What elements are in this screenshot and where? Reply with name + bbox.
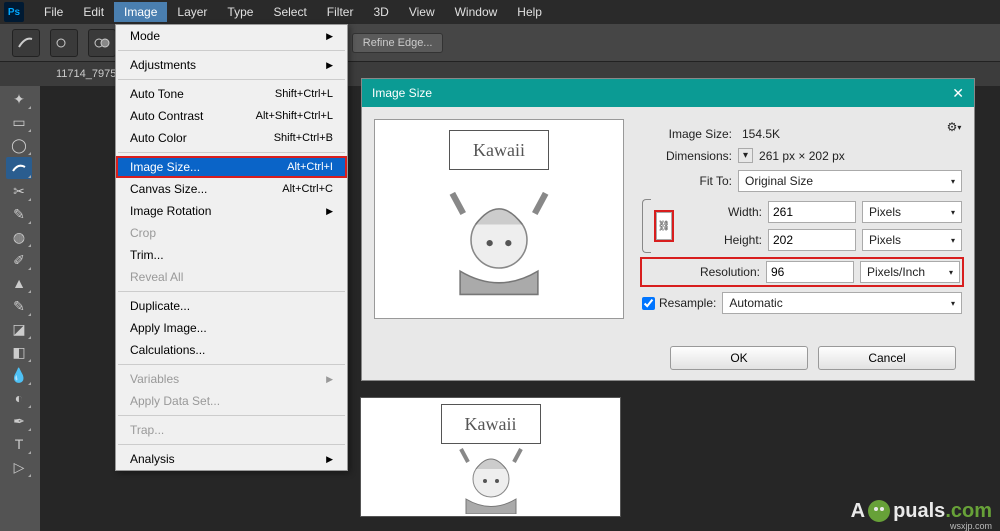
path-selection-tool[interactable]: ▷: [6, 456, 32, 478]
menu-image[interactable]: Image: [114, 2, 167, 22]
menu-mode[interactable]: Mode▶: [116, 25, 347, 47]
refine-edge-button[interactable]: Refine Edge...: [352, 33, 444, 53]
resample-select[interactable]: Automatic▾: [722, 292, 962, 314]
pen-tool[interactable]: ✒: [6, 410, 32, 432]
menu-3d[interactable]: 3D: [363, 2, 398, 22]
preview-character: [429, 170, 569, 310]
app-logo: Ps: [4, 2, 24, 22]
height-unit-select[interactable]: Pixels▾: [862, 229, 962, 251]
lasso-tool[interactable]: ◯: [6, 134, 32, 156]
eraser-tool[interactable]: ◪: [6, 318, 32, 340]
preview-sign: Kawaii: [449, 130, 549, 170]
width-input[interactable]: [768, 201, 856, 223]
type-tool[interactable]: T: [6, 433, 32, 455]
menu-type[interactable]: Type: [217, 2, 263, 22]
dialog-preview: Kawaii: [374, 119, 624, 319]
quick-selection-tool[interactable]: [6, 157, 32, 179]
fit-to-select[interactable]: Original Size▾: [738, 170, 962, 192]
image-size-value: 154.5K: [738, 127, 946, 141]
menu-filter[interactable]: Filter: [317, 2, 364, 22]
gear-icon[interactable]: ⚙▾: [946, 119, 962, 135]
dialog-close-icon[interactable]: ✕: [952, 85, 964, 102]
menu-trim[interactable]: Trim...: [116, 244, 347, 266]
height-label: Height:: [702, 233, 762, 247]
menu-view[interactable]: View: [399, 2, 445, 22]
menu-select[interactable]: Select: [263, 2, 316, 22]
menu-crop: Crop: [116, 222, 347, 244]
menu-layer[interactable]: Layer: [167, 2, 217, 22]
menu-duplicate[interactable]: Duplicate...: [116, 295, 347, 317]
menu-edit[interactable]: Edit: [73, 2, 114, 22]
resample-checkbox[interactable]: Resample:: [642, 296, 716, 310]
tool-preset-icon[interactable]: [12, 29, 40, 57]
dialog-title: Image Size: [372, 86, 432, 100]
menu-file[interactable]: File: [34, 2, 73, 22]
menu-canvas-size[interactable]: Canvas Size...Alt+Ctrl+C: [116, 178, 347, 200]
history-brush-tool[interactable]: ✎: [6, 295, 32, 317]
menu-auto-contrast[interactable]: Auto ContrastAlt+Shift+Ctrl+L: [116, 105, 347, 127]
cancel-button[interactable]: Cancel: [818, 346, 956, 370]
width-unit-select[interactable]: Pixels▾: [862, 201, 962, 223]
menu-auto-color[interactable]: Auto ColorShift+Ctrl+B: [116, 127, 347, 149]
dimensions-unit-icon[interactable]: ▾: [738, 148, 753, 163]
resolution-input[interactable]: [766, 261, 854, 283]
fit-to-label: Fit To:: [642, 174, 732, 188]
menu-image-size[interactable]: Image Size...Alt+Ctrl+I: [116, 156, 347, 178]
dimensions-value: 261 px × 202 px: [759, 149, 962, 163]
canvas-image: Kawaii: [360, 397, 621, 517]
move-tool[interactable]: ✦: [6, 88, 32, 110]
document-tab-name: 11714_7975: [56, 68, 116, 80]
link-icon[interactable]: ⛓: [656, 212, 672, 240]
menu-window[interactable]: Window: [445, 2, 508, 22]
clone-stamp-tool[interactable]: ▲: [6, 272, 32, 294]
crop-tool[interactable]: ✂: [6, 180, 32, 202]
ok-button[interactable]: OK: [670, 346, 808, 370]
menu-adjustments[interactable]: Adjustments▶: [116, 54, 347, 76]
brush-tool[interactable]: ✐: [6, 249, 32, 271]
menu-trap: Trap...: [116, 419, 347, 441]
dialog-titlebar[interactable]: Image Size ✕: [362, 79, 974, 107]
menu-apply-image[interactable]: Apply Image...: [116, 317, 347, 339]
resolution-label: Resolution:: [670, 265, 760, 279]
image-size-label: Image Size:: [642, 127, 732, 141]
menu-help[interactable]: Help: [507, 2, 552, 22]
image-menu-dropdown: Mode▶ Adjustments▶ Auto ToneShift+Ctrl+L…: [115, 24, 348, 471]
menu-variables: Variables▶: [116, 368, 347, 390]
brush-mode-icon[interactable]: [88, 29, 116, 57]
canvas-sign: Kawaii: [441, 404, 541, 444]
gradient-tool[interactable]: ◧: [6, 341, 32, 363]
menubar: Ps File Edit Image Layer Type Select Fil…: [0, 0, 1000, 24]
image-size-dialog: Image Size ✕ Kawaii ⚙▾ Image Size: 154.5…: [361, 78, 975, 381]
menu-auto-tone[interactable]: Auto ToneShift+Ctrl+L: [116, 83, 347, 105]
dodge-tool[interactable]: ◐: [6, 387, 32, 409]
healing-brush-tool[interactable]: ◍: [6, 226, 32, 248]
menu-calculations[interactable]: Calculations...: [116, 339, 347, 361]
menu-reveal-all: Reveal All: [116, 266, 347, 288]
menu-apply-data-set: Apply Data Set...: [116, 390, 347, 412]
watermark-url: wsxjp.com: [950, 521, 992, 531]
blur-tool[interactable]: 💧: [6, 364, 32, 386]
watermark-logo-icon: [865, 497, 893, 525]
eyedropper-tool[interactable]: ✎: [6, 203, 32, 225]
width-label: Width:: [702, 205, 762, 219]
canvas-character: [446, 444, 536, 514]
menu-image-rotation[interactable]: Image Rotation▶: [116, 200, 347, 222]
resolution-unit-select[interactable]: Pixels/Inch▾: [860, 261, 960, 283]
tools-panel: ✦ ▭ ◯ ✂ ✎ ◍ ✐ ▲ ✎ ◪ ◧ 💧 ◐ ✒ T ▷: [0, 86, 38, 478]
dimensions-label: Dimensions:: [642, 149, 732, 163]
brush-picker-icon[interactable]: [50, 29, 78, 57]
marquee-tool[interactable]: ▭: [6, 111, 32, 133]
menu-analysis[interactable]: Analysis▶: [116, 448, 347, 470]
height-input[interactable]: [768, 229, 856, 251]
